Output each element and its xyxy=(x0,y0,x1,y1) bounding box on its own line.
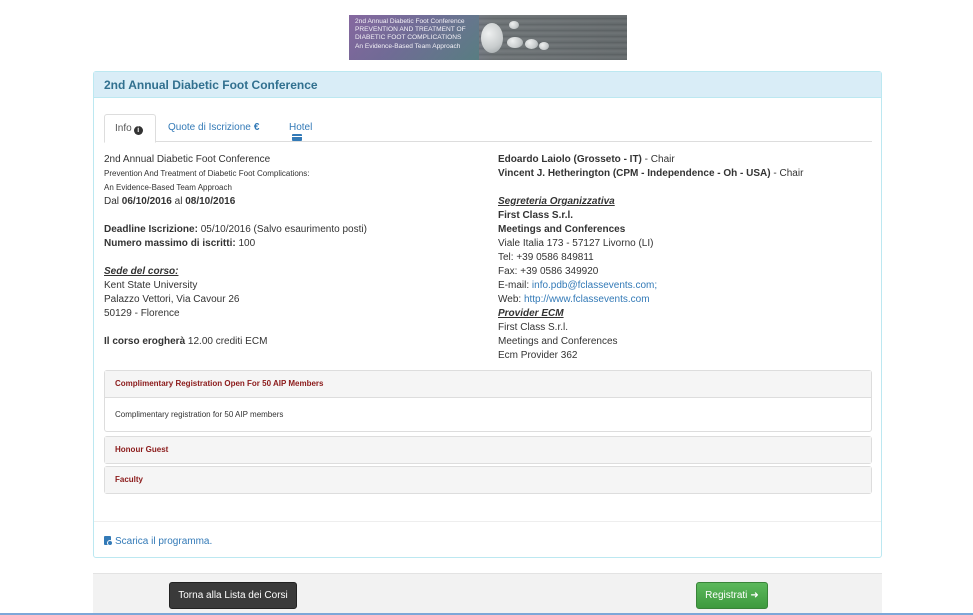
secretariat-tel: Tel: +39 0586 849811 xyxy=(498,252,594,263)
email-row: E-mail: info.pdb@fclassevents.com; xyxy=(498,279,878,293)
venue-line: 50129 - Florence xyxy=(104,308,180,319)
secretariat-name: First Class S.r.l. xyxy=(498,210,574,221)
tab-quote-iscrizione[interactable]: Quote di Iscrizione € xyxy=(158,114,270,142)
back-to-courses-button[interactable]: Torna alla Lista dei Corsi xyxy=(169,582,297,609)
deadline-value: 05/10/2016 (Salvo esaurimento posti) xyxy=(197,224,367,235)
date-mid: al xyxy=(171,196,186,207)
course-tabs: Info i Quote di Iscrizione € Hotel xyxy=(104,114,872,143)
credits-row: Il corso erogherà 12.00 crediti ECM xyxy=(104,335,484,349)
max-participants-label: Numero massimo di iscritti: xyxy=(104,238,236,249)
panel-divider xyxy=(94,521,881,522)
chair-row: Vincent J. Hetherington (CPM - Independe… xyxy=(498,167,878,181)
provider-heading: Provider ECM xyxy=(498,308,564,319)
chair-row: Edoardo Laiolo (Grosseto - IT) - Chair xyxy=(498,153,878,167)
arrow-right-icon: ➜ xyxy=(750,590,759,601)
tab-info[interactable]: Info i xyxy=(104,114,156,143)
secretariat-fax: Fax: +39 0586 349920 xyxy=(498,266,599,277)
web-row: Web: http://www.fclassevents.com xyxy=(498,293,878,307)
credits-label: Il corso erogherà xyxy=(104,336,186,347)
secretariat-name: Meetings and Conferences xyxy=(498,224,626,235)
chair-name: Edoardo Laiolo (Grosseto - IT) xyxy=(498,154,642,165)
web-label: Web: xyxy=(498,294,524,305)
download-program-link[interactable]: Scarica il programma. xyxy=(104,536,212,547)
banner-line: DIABETIC FOOT COMPLICATIONS xyxy=(355,34,462,42)
provider-line: First Class S.r.l. xyxy=(498,322,569,333)
banner-line: 2nd Annual Diabetic Foot Conference xyxy=(355,18,465,25)
chair-name: Vincent J. Hetherington (CPM - Independe… xyxy=(498,168,771,179)
banner-line: An Evidence-Based Team Approach xyxy=(355,42,461,50)
euro-icon: € xyxy=(253,122,260,133)
tab-info-label: Info xyxy=(115,123,132,134)
deadline-label: Deadline Iscrizione: xyxy=(104,224,198,235)
accordion-faculty: Faculty xyxy=(104,466,872,494)
document-download-icon xyxy=(104,536,113,546)
accordion-complimentary: Complimentary Registration Open For 50 A… xyxy=(104,370,872,432)
max-participants-value: 100 xyxy=(235,238,256,249)
course-panel: 2nd Annual Diabetic Foot Conference Info… xyxy=(93,71,882,558)
tab-quote-label: Quote di Iscrizione xyxy=(168,122,251,133)
tab-hotel[interactable]: Hotel xyxy=(279,114,331,142)
course-info-column: 2nd Annual Diabetic Foot Conference Prev… xyxy=(104,153,484,349)
email-link[interactable]: info.pdb@fclassevents.com; xyxy=(532,280,657,291)
deadline-row: Deadline Iscrizione: 05/10/2016 (Salvo e… xyxy=(104,223,484,237)
secretariat-heading: Segreteria Organizzativa xyxy=(498,196,615,207)
banner-stone xyxy=(509,21,519,29)
accordion-body-complimentary: Complimentary registration for 50 AIP me… xyxy=(105,397,871,431)
back-button-label: Torna alla Lista dei Corsi xyxy=(178,590,288,601)
banner-stone xyxy=(507,37,523,48)
panel-title: 2nd Annual Diabetic Foot Conference xyxy=(94,72,881,98)
accordion-header-complimentary[interactable]: Complimentary Registration Open For 50 A… xyxy=(105,371,871,397)
download-program-label: Scarica il programma. xyxy=(115,536,213,547)
info-circle-icon: i xyxy=(133,126,143,135)
course-title: 2nd Annual Diabetic Foot Conference xyxy=(104,154,271,165)
banner-stone xyxy=(539,42,549,50)
date-to: 08/10/2016 xyxy=(185,196,236,207)
secretariat-address: Viale Italia 173 - 57127 Livorno (LI) xyxy=(498,238,654,249)
chair-role: - Chair xyxy=(770,168,804,179)
email-label: E-mail: xyxy=(498,280,532,291)
web-link[interactable]: http://www.fclassevents.com xyxy=(524,294,650,305)
banner-line: PREVENTION AND TREATMENT OF xyxy=(355,26,466,34)
banner-text: 2nd Annual Diabetic Foot Conference PREV… xyxy=(355,18,495,51)
provider-line: Ecm Provider 362 xyxy=(498,350,578,361)
organizer-column: Edoardo Laiolo (Grosseto - IT) - Chair V… xyxy=(498,153,878,363)
max-participants-row: Numero massimo di iscritti: 100 xyxy=(104,237,484,251)
venue-line: Palazzo Vettori, Via Cavour 26 xyxy=(104,294,240,305)
course-subtitle: Prevention And Treatment of Diabetic Foo… xyxy=(104,169,310,178)
date-prefix: Dal xyxy=(104,196,122,207)
conference-banner: 2nd Annual Diabetic Foot Conference PREV… xyxy=(349,15,627,60)
register-button-label: Registrati xyxy=(705,590,748,601)
banner-stone xyxy=(525,39,538,49)
venue-line: Kent State University xyxy=(104,280,198,291)
chair-role: - Chair xyxy=(641,154,675,165)
course-subtitle: An Evidence-Based Team Approach xyxy=(104,183,232,192)
action-bar: Torna alla Lista dei Corsi Registrati ➜ xyxy=(93,573,882,615)
accordion-honour-guest: Honour Guest xyxy=(104,436,872,464)
credits-value: 12.00 crediti ECM xyxy=(185,336,268,347)
credit-card-icon xyxy=(292,134,302,141)
venue-heading: Sede del corso: xyxy=(104,266,179,277)
register-button[interactable]: Registrati ➜ xyxy=(696,582,768,609)
accordion-header-honour-guest[interactable]: Honour Guest xyxy=(105,437,871,463)
date-from: 06/10/2016 xyxy=(121,196,172,207)
course-dates: Dal 06/10/2016 al 08/10/2016 xyxy=(104,195,484,209)
provider-line: Meetings and Conferences xyxy=(498,336,618,347)
tab-hotel-label: Hotel xyxy=(289,122,313,133)
accordion-header-faculty[interactable]: Faculty xyxy=(105,467,871,493)
